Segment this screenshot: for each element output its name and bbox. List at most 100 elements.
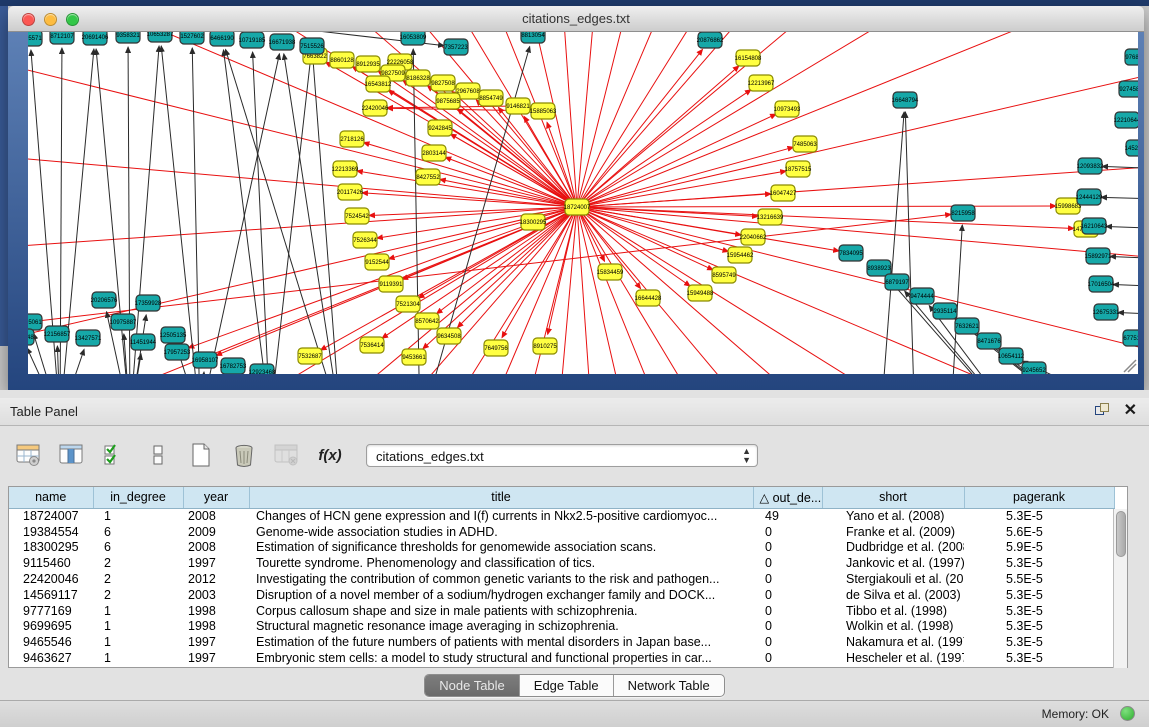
graph-node[interactable]: 10975887 (110, 314, 137, 330)
graph-node[interactable]: 7521304 (396, 296, 420, 312)
graph-node[interactable]: 17957253 (164, 344, 191, 360)
edge-citation-black[interactable] (1106, 226, 1138, 230)
table-cell[interactable]: 5.3E-5 (964, 603, 1114, 619)
table-cell[interactable]: 1998 (183, 619, 249, 635)
graph-node[interactable]: 16210643 (1081, 218, 1108, 234)
edge-citation-red[interactable] (577, 207, 713, 270)
edge-citation-red[interactable] (450, 134, 577, 207)
graph-node[interactable]: 20117426 (337, 184, 364, 200)
edge-citation-black[interactable] (200, 54, 279, 374)
table-cell[interactable]: 2009 (183, 524, 249, 540)
table-row[interactable]: 977716911998Corpus callosum shape and si… (9, 603, 1114, 619)
table-cell[interactable]: Estimation of the future numbers of pati… (249, 634, 753, 650)
table-cell[interactable]: 2012 (183, 571, 249, 587)
table-cell[interactable]: 1 (93, 508, 183, 524)
table-cell[interactable]: 0 (753, 603, 822, 619)
table-cell[interactable]: 6 (93, 540, 183, 556)
row-select-icon[interactable] (100, 440, 130, 470)
graph-node[interactable]: 8471676 (977, 333, 1001, 349)
table-cell[interactable]: 9699695 (9, 619, 93, 635)
graph-node[interactable]: 9152544 (365, 254, 389, 270)
edge-citation-black[interactable] (200, 372, 204, 374)
edge-citation-black[interactable] (905, 112, 915, 374)
table-cell[interactable]: Tourette syndrome. Phenomenology and cla… (249, 555, 753, 571)
graph-node[interactable]: 15885063 (530, 103, 557, 119)
graph-node[interactable]: 17359928 (135, 295, 162, 311)
graph-node[interactable]: 18300295 (520, 214, 547, 230)
graph-node[interactable]: 6775148 (1123, 330, 1138, 346)
edge-citation-red[interactable] (577, 49, 703, 207)
table-cell[interactable]: 5.5E-5 (964, 571, 1114, 587)
table-cell[interactable]: 0 (753, 634, 822, 650)
table-cell[interactable]: 1997 (183, 650, 249, 666)
edge-citation-black[interactable] (880, 112, 904, 374)
graph-node[interactable]: 22420046 (362, 100, 389, 116)
graph-node[interactable]: 9119391 (379, 276, 403, 292)
table-cell[interactable]: de Silva et al. (2003) (822, 587, 964, 603)
graph-node[interactable]: 13427571 (75, 330, 102, 346)
graph-node[interactable]: 8712107 (50, 32, 74, 44)
graph-node[interactable]: 16671938 (269, 34, 296, 50)
edge-citation-black[interactable] (192, 48, 200, 374)
table-cell[interactable]: 2008 (183, 508, 249, 524)
window-titlebar[interactable]: citations_edges.txt (8, 6, 1144, 32)
citation-graph[interactable]: 1872400718300295766382288601288912935222… (28, 32, 1138, 374)
tab-edge-table[interactable]: Edge Table (520, 675, 614, 696)
graph-node[interactable]: 1527602 (180, 32, 204, 44)
table-cell[interactable]: 5.3E-5 (964, 650, 1114, 666)
graph-node[interactable]: 12923468 (249, 364, 276, 374)
table-row[interactable]: 1938455462009Genome-wide association stu… (9, 524, 1114, 540)
table-cell[interactable]: 14569117 (9, 587, 93, 603)
graph-node[interactable]: 9242845 (428, 120, 452, 136)
graph-node[interactable]: 12675331 (1093, 304, 1120, 320)
tab-network-table[interactable]: Network Table (614, 675, 724, 696)
table-cell[interactable]: 0 (753, 619, 822, 635)
edge-citation-black[interactable] (161, 46, 200, 374)
graph-node[interactable]: 9875685 (436, 93, 460, 109)
graph-node[interactable]: 18724007 (564, 199, 591, 215)
table-row[interactable]: 911546021997Tourette syndrome. Phenomeno… (9, 555, 1114, 571)
table-cell[interactable]: Embryonic stem cells: a model to study s… (249, 650, 753, 666)
table-cell[interactable]: 1997 (183, 634, 249, 650)
graph-node[interactable]: 8813054 (521, 32, 545, 43)
graph-node[interactable]: 12156857 (44, 326, 71, 342)
table-settings-icon[interactable] (14, 440, 44, 470)
graph-node[interactable]: 7526344 (353, 232, 377, 248)
delete-rows-icon[interactable] (229, 440, 259, 470)
edge-citation-black[interactable] (313, 58, 340, 374)
column-header-title[interactable]: title (249, 487, 753, 508)
graph-node[interactable]: 9768255 (1125, 49, 1138, 65)
graph-node[interactable]: 7532687 (298, 348, 322, 364)
table-cell[interactable]: 19384554 (9, 524, 93, 540)
edge-citation-black[interactable] (60, 349, 84, 374)
graph-node[interactable]: 9358321 (116, 32, 140, 43)
graph-node[interactable]: 9146821 (506, 98, 530, 114)
edge-citation-black[interactable] (253, 52, 270, 374)
table-cell[interactable]: 18300295 (9, 540, 93, 556)
table-cell[interactable]: 1 (93, 603, 183, 619)
table-cell[interactable]: 6 (93, 524, 183, 540)
table-cell[interactable]: Stergiakouli et al. (2012) (822, 571, 964, 587)
table-cell[interactable]: 5.9E-5 (964, 540, 1114, 556)
graph-node[interactable]: 9405571 (28, 32, 42, 46)
graph-node[interactable]: 12444129 (1076, 189, 1103, 205)
graph-node[interactable]: 8595749 (712, 267, 736, 283)
column-select-icon[interactable] (57, 440, 87, 470)
graph-node[interactable]: 9453661 (402, 349, 426, 365)
edge-citation-red[interactable] (577, 171, 786, 207)
edge-citation-red[interactable] (577, 66, 739, 207)
graph-node[interactable]: 16543812 (365, 76, 392, 92)
table-cell[interactable]: 0 (753, 587, 822, 603)
graph-node[interactable]: 10653287 (147, 32, 174, 42)
table-cell[interactable]: 1 (93, 634, 183, 650)
table-cell[interactable]: 49 (753, 508, 822, 524)
network-canvas[interactable]: 1872400718300295766382288601288912935222… (28, 32, 1138, 374)
table-cell[interactable]: 2 (93, 555, 183, 571)
graph-node[interactable]: 16644428 (635, 290, 662, 306)
table-row[interactable]: 946554611997Estimation of the future num… (9, 634, 1114, 650)
table-cell[interactable]: 5.3E-5 (964, 634, 1114, 650)
table-row[interactable]: 969969511998Structural magnetic resonanc… (9, 619, 1114, 635)
table-cell[interactable]: 2008 (183, 540, 249, 556)
graph-node[interactable]: 7536414 (360, 337, 384, 353)
table-cell[interactable]: Estimation of significance thresholds fo… (249, 540, 753, 556)
